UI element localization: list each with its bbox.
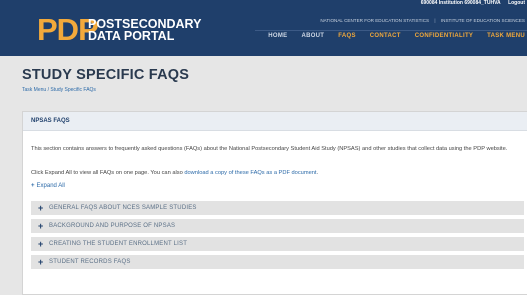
nav-home[interactable]: HOME	[268, 33, 287, 39]
accordion-background-purpose[interactable]: + BACKGROUND AND PURPOSE OF NPSAS	[31, 219, 524, 233]
logo-line-2: DATA PORTAL	[88, 29, 175, 43]
nav-contact[interactable]: CONTACT	[370, 33, 401, 39]
ies-link[interactable]: INSTITUTE OF EDUCATION SCIENCES	[441, 18, 525, 23]
logo-text: POSTSECONDARY DATA PORTAL	[88, 18, 201, 43]
page-title: STUDY SPECIFIC FAQS	[22, 67, 190, 83]
accordion-label: BACKGROUND AND PURPOSE OF NPSAS	[49, 223, 176, 229]
accordion-student-records[interactable]: + STUDENT RECORDS FAQS	[31, 255, 524, 269]
accordion-label: STUDENT RECORDS FAQS	[49, 259, 131, 265]
faq-panel: NPSAS FAQS This section contains answers…	[22, 111, 527, 295]
nav-confidentiality[interactable]: CONFIDENTIALITY	[415, 33, 473, 39]
accordion-label: CREATING THE STUDENT ENROLLMENT LIST	[49, 241, 188, 247]
nav-divider	[255, 30, 527, 31]
site-header: PDP POSTSECONDARY DATA PORTAL 690084 Ins…	[0, 0, 527, 56]
logout-link[interactable]: Logout	[508, 0, 525, 6]
plus-icon: +	[38, 257, 44, 267]
plus-icon: +	[38, 203, 44, 213]
main-nav: HOME ABOUT FAQS CONTACT CONFIDENTIALITY …	[256, 33, 527, 45]
agency-links: NATIONAL CENTER FOR EDUCATION STATISTICS…	[320, 18, 527, 23]
instructions-suffix: .	[316, 170, 319, 176]
agency-separator: |	[434, 18, 436, 23]
nav-task-menu[interactable]: TASK MENU	[487, 33, 525, 39]
accordion-label: GENERAL FAQS ABOUT NCES SAMPLE STUDIES	[49, 205, 197, 211]
accordion-enrollment-list[interactable]: + CREATING THE STUDENT ENROLLMENT LIST	[31, 237, 524, 251]
nav-about[interactable]: ABOUT	[301, 33, 324, 39]
expand-instructions: Click Expand All to view all FAQs on one…	[31, 170, 318, 176]
nces-link[interactable]: NATIONAL CENTER FOR EDUCATION STATISTICS	[320, 18, 429, 23]
panel-header: NPSAS FAQS	[23, 112, 527, 131]
expand-all-label: Expand All	[36, 183, 65, 189]
accordion-general-faqs[interactable]: + GENERAL FAQS ABOUT NCES SAMPLE STUDIES	[31, 201, 524, 215]
plus-icon: +	[38, 221, 44, 231]
instructions-prefix: Click Expand All to view all FAQs on one…	[31, 170, 185, 176]
user-bar: 690084 Institution 690084_TUHVA Logout	[421, 0, 527, 12]
institution-label: 690084 Institution 690084_TUHVA	[420, 0, 501, 6]
plus-icon: +	[31, 183, 35, 189]
plus-icon: +	[38, 239, 44, 249]
intro-text: This section contains answers to frequen…	[31, 146, 508, 152]
panel-title: NPSAS FAQS	[31, 118, 70, 124]
pdf-download-link[interactable]: download a copy of these FAQs as a PDF d…	[184, 170, 316, 176]
expand-all-button[interactable]: + Expand All	[31, 183, 65, 189]
nav-faqs[interactable]: FAQS	[338, 33, 356, 39]
breadcrumb[interactable]: Task Menu / Study Specific FAQs	[22, 87, 96, 93]
